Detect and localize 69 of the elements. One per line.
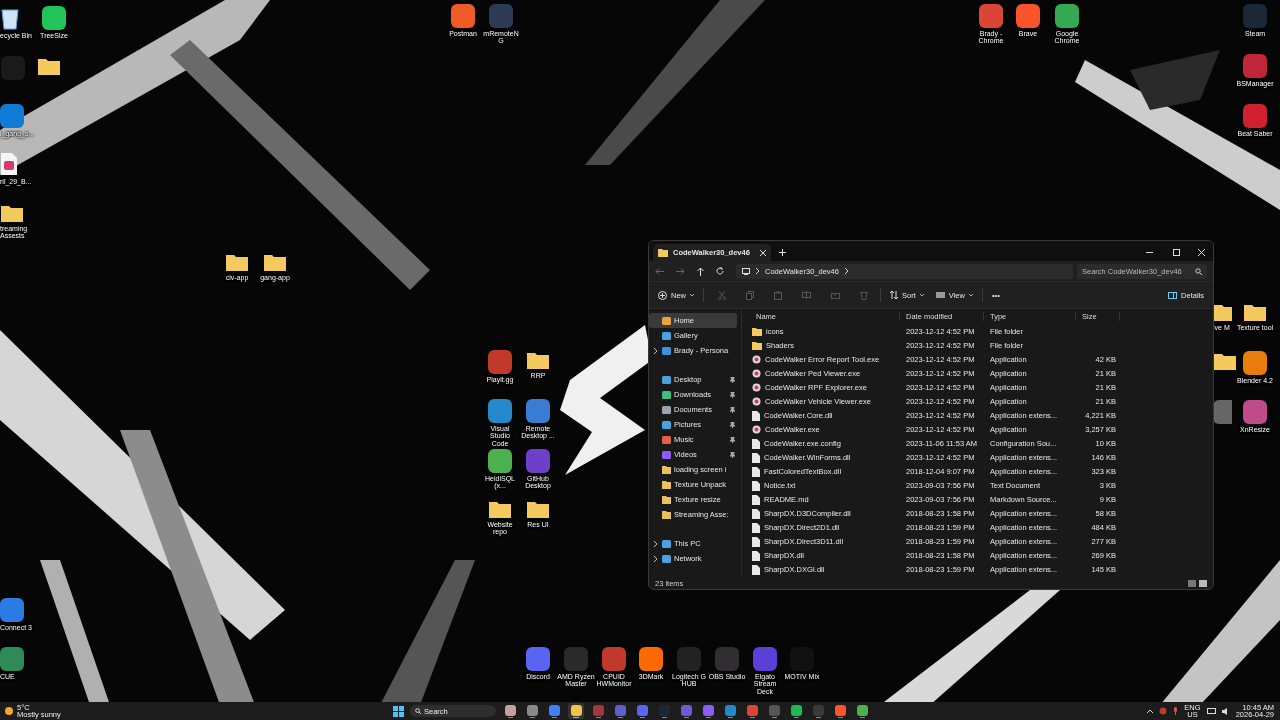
tray-icon[interactable] bbox=[1159, 707, 1168, 715]
app-icon bbox=[752, 425, 761, 435]
chevron-icon bbox=[756, 268, 759, 274]
copy-icon[interactable] bbox=[746, 290, 754, 300]
caret-up-icon[interactable] bbox=[1147, 709, 1154, 713]
sort-arrows-icon bbox=[890, 291, 898, 299]
cloud-icon bbox=[662, 346, 671, 355]
chevron-icon[interactable] bbox=[653, 347, 659, 354]
folder-icon bbox=[0, 203, 24, 223]
plus-icon[interactable] bbox=[779, 249, 786, 256]
sun-icon bbox=[4, 706, 14, 716]
caret-icon bbox=[690, 293, 694, 297]
close-icon[interactable] bbox=[760, 249, 766, 256]
folder-icon bbox=[263, 252, 287, 272]
folder-icon bbox=[37, 56, 61, 76]
document-icon bbox=[752, 508, 760, 519]
folder-icon bbox=[225, 252, 249, 272]
folder-icon bbox=[488, 499, 512, 519]
details-pane-icon bbox=[1168, 291, 1178, 299]
folder-icon bbox=[1213, 351, 1237, 371]
pc-icon bbox=[662, 539, 671, 548]
clipboard-icon[interactable] bbox=[774, 290, 782, 300]
list-view-icon bbox=[935, 292, 945, 298]
folder-icon bbox=[1243, 302, 1267, 322]
document-icon bbox=[752, 550, 760, 561]
document-icon bbox=[752, 438, 760, 449]
tiles-view-icon[interactable] bbox=[1199, 579, 1207, 587]
back-arrow-icon[interactable] bbox=[655, 267, 664, 275]
caret-icon bbox=[968, 293, 973, 297]
chevron-icon[interactable] bbox=[653, 540, 659, 547]
home-icon bbox=[662, 316, 671, 325]
downloads-icon bbox=[662, 390, 671, 399]
recycle-bin-icon bbox=[0, 6, 20, 30]
search-icon bbox=[415, 708, 421, 714]
chevron-icon bbox=[844, 268, 848, 274]
document-icon bbox=[752, 480, 760, 491]
network-icon[interactable] bbox=[1206, 707, 1216, 715]
documents-icon bbox=[662, 405, 671, 414]
document-icon bbox=[752, 522, 760, 533]
videos-icon bbox=[662, 450, 671, 459]
folder-icon bbox=[658, 248, 668, 257]
gallery-icon bbox=[662, 331, 671, 340]
desktop-icon bbox=[662, 375, 671, 384]
document-icon bbox=[752, 466, 760, 477]
folder-icon bbox=[526, 350, 550, 370]
forward-arrow-icon[interactable] bbox=[676, 267, 685, 275]
speaker-icon[interactable] bbox=[1221, 707, 1230, 715]
windows-start-icon[interactable] bbox=[393, 705, 404, 717]
search-icon bbox=[1195, 267, 1202, 275]
caret-icon bbox=[919, 293, 924, 297]
document-icon bbox=[752, 564, 760, 575]
document-icon bbox=[0, 152, 18, 176]
maximize-icon[interactable] bbox=[1173, 249, 1180, 256]
up-arrow-icon[interactable] bbox=[697, 266, 704, 276]
document-icon bbox=[752, 494, 760, 505]
close-icon[interactable] bbox=[1198, 249, 1205, 256]
microphone-icon[interactable] bbox=[1173, 707, 1179, 715]
document-icon bbox=[752, 536, 760, 547]
folder-icon bbox=[526, 499, 550, 519]
refresh-icon[interactable] bbox=[716, 267, 724, 275]
plus-circle-icon bbox=[658, 290, 667, 300]
chevron-icon[interactable] bbox=[653, 555, 659, 562]
pictures-icon bbox=[662, 420, 671, 429]
music-icon bbox=[662, 435, 671, 444]
document-icon bbox=[752, 452, 760, 463]
details-view-icon[interactable] bbox=[1188, 579, 1196, 587]
network-icon bbox=[662, 554, 671, 563]
monitor-icon bbox=[742, 267, 750, 275]
document-icon bbox=[752, 410, 760, 421]
